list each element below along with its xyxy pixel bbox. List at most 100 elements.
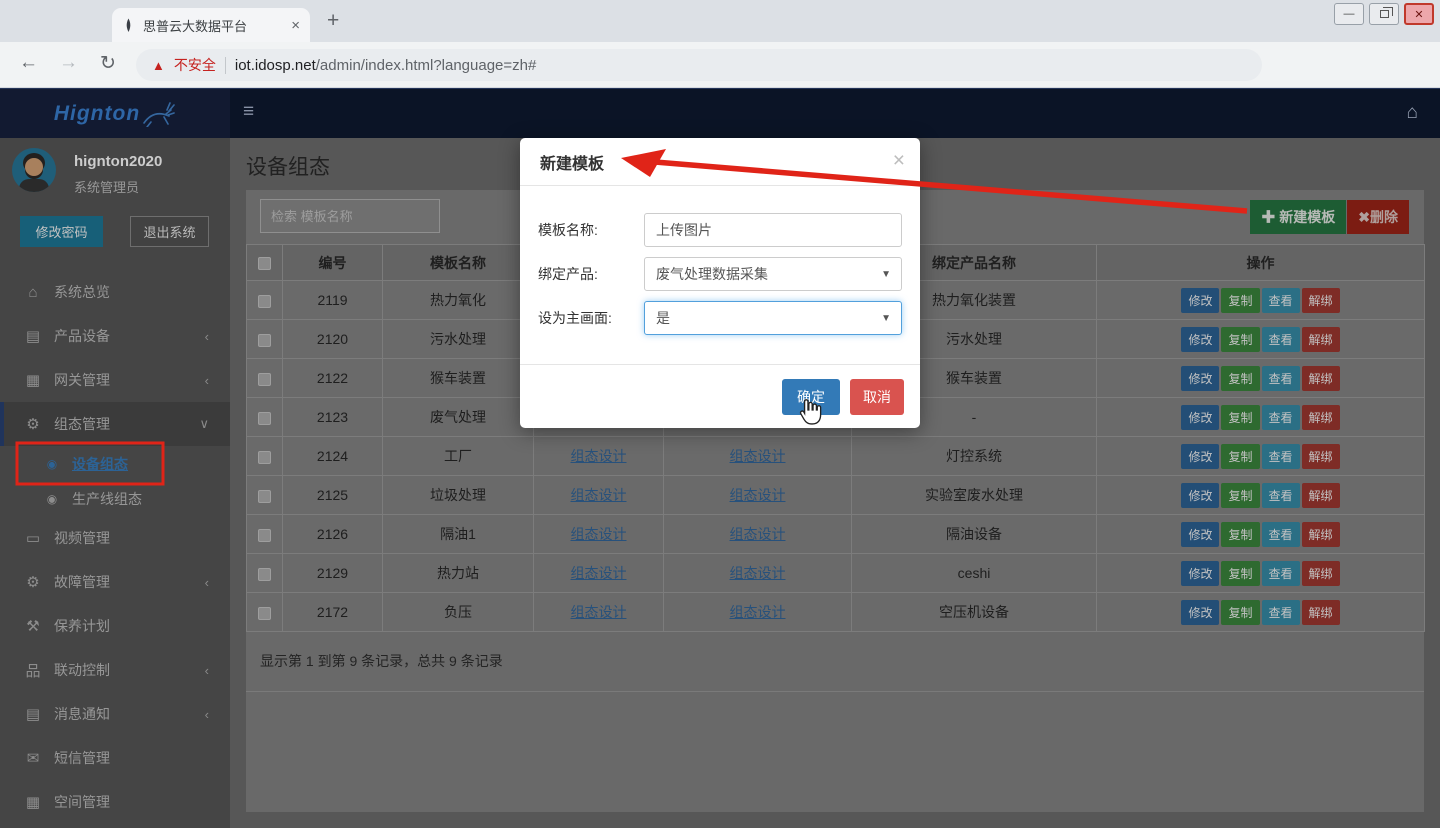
cell-id: 2124	[283, 437, 383, 476]
unbind-button[interactable]: 解绑	[1302, 600, 1340, 625]
unbind-button[interactable]: 解绑	[1302, 366, 1340, 391]
view-button[interactable]: 查看	[1262, 405, 1300, 430]
edit-button[interactable]: 修改	[1181, 288, 1219, 313]
close-window-button[interactable]: ✕	[1404, 3, 1434, 25]
select-all-checkbox[interactable]	[258, 257, 271, 270]
template-name-input[interactable]: 上传图片	[644, 213, 902, 247]
copy-button[interactable]: 复制	[1221, 288, 1259, 313]
copy-button[interactable]: 复制	[1221, 561, 1259, 586]
design-link[interactable]: 组态设计	[571, 604, 627, 620]
design-link[interactable]: 组态设计	[730, 604, 786, 620]
change-password-button[interactable]: 修改密码	[20, 216, 103, 247]
edit-button[interactable]: 修改	[1181, 522, 1219, 547]
copy-button[interactable]: 复制	[1221, 405, 1259, 430]
edit-button[interactable]: 修改	[1181, 561, 1219, 586]
sidebar-item-设备组态[interactable]: ◉设备组态	[0, 446, 230, 481]
table-toolbar: ✚ 新建模板 ✖删除	[1250, 200, 1409, 234]
browser-tab[interactable]: 思普云大数据平台 ×	[112, 8, 310, 42]
view-button[interactable]: 查看	[1262, 561, 1300, 586]
design-link[interactable]: 组态设计	[571, 526, 627, 542]
sidebar-item-消息通知[interactable]: ▤消息通知‹	[0, 692, 230, 736]
row-checkbox[interactable]	[258, 529, 271, 542]
unbind-button[interactable]: 解绑	[1302, 288, 1340, 313]
unbind-button[interactable]: 解绑	[1302, 444, 1340, 469]
new-tab-icon[interactable]: +	[327, 9, 339, 33]
modal-close-icon[interactable]: ×	[893, 149, 905, 173]
table-row: 2124工厂组态设计组态设计灯控系统修改复制查看解绑	[247, 437, 1425, 476]
design-link[interactable]: 组态设计	[730, 526, 786, 542]
copy-button[interactable]: 复制	[1221, 483, 1259, 508]
copy-button[interactable]: 复制	[1221, 600, 1259, 625]
design-link[interactable]: 组态设计	[571, 565, 627, 581]
view-button[interactable]: 查看	[1262, 600, 1300, 625]
design-link[interactable]: 组态设计	[571, 448, 627, 464]
edit-button[interactable]: 修改	[1181, 366, 1219, 391]
edit-button[interactable]: 修改	[1181, 327, 1219, 352]
logout-button[interactable]: 退出系统	[130, 216, 209, 247]
sidebar-item-故障管理[interactable]: ⚙故障管理‹	[0, 560, 230, 604]
unbind-button[interactable]: 解绑	[1302, 405, 1340, 430]
sidebar-toggle-icon[interactable]: ≡	[243, 101, 254, 123]
copy-button[interactable]: 复制	[1221, 444, 1259, 469]
unbind-button[interactable]: 解绑	[1302, 483, 1340, 508]
row-checkbox[interactable]	[258, 334, 271, 347]
app-home-icon[interactable]: ⌂	[1407, 102, 1418, 124]
view-button[interactable]: 查看	[1262, 366, 1300, 391]
row-checkbox[interactable]	[258, 607, 271, 620]
minimize-button[interactable]: —	[1334, 3, 1364, 25]
sidebar-item-短信管理[interactable]: ✉短信管理	[0, 736, 230, 780]
design-link[interactable]: 组态设计	[730, 448, 786, 464]
view-button[interactable]: 查看	[1262, 288, 1300, 313]
view-button[interactable]: 查看	[1262, 327, 1300, 352]
delete-button[interactable]: ✖删除	[1347, 200, 1409, 234]
design-link[interactable]: 组态设计	[730, 487, 786, 503]
tab-close-icon[interactable]: ×	[291, 17, 300, 34]
plus-icon: ✚	[1261, 209, 1279, 225]
new-template-button[interactable]: ✚ 新建模板	[1250, 200, 1346, 234]
address-bar[interactable]: ▲ 不安全 iot.idosp.net/admin/index.html?lan…	[136, 49, 1262, 81]
row-checkbox[interactable]	[258, 295, 271, 308]
sidebar-item-产品设备[interactable]: ▤产品设备‹	[0, 314, 230, 358]
sidebar-item-组态管理[interactable]: ⚙组态管理∨	[0, 402, 230, 446]
forward-icon[interactable]: →	[59, 52, 78, 74]
back-icon[interactable]: ←	[19, 52, 38, 74]
sidebar-item-保养计划[interactable]: ⚒保养计划	[0, 604, 230, 648]
sidebar-item-生产线组态[interactable]: ◉生产线组态	[0, 481, 230, 516]
sidebar-item-网关管理[interactable]: ▦网关管理‹	[0, 358, 230, 402]
sidebar-item-系统总览[interactable]: ⌂系统总览	[0, 270, 230, 314]
unbind-button[interactable]: 解绑	[1302, 561, 1340, 586]
edit-button[interactable]: 修改	[1181, 444, 1219, 469]
edit-button[interactable]: 修改	[1181, 483, 1219, 508]
copy-button[interactable]: 复制	[1221, 366, 1259, 391]
row-checkbox[interactable]	[258, 490, 271, 503]
copy-button[interactable]: 复制	[1221, 327, 1259, 352]
cell-template-name: 热力氧化	[383, 281, 534, 320]
confirm-button[interactable]: 确定	[782, 379, 840, 415]
row-checkbox[interactable]	[258, 451, 271, 464]
copy-button[interactable]: 复制	[1221, 522, 1259, 547]
design-link[interactable]: 组态设计	[571, 487, 627, 503]
sidebar-item-联动控制[interactable]: 品联动控制‹	[0, 648, 230, 692]
bind-product-select[interactable]: 废气处理数据采集 ▼	[644, 257, 902, 291]
message-icon: ▤	[21, 705, 45, 723]
main-screen-select[interactable]: 是 ▼	[644, 301, 902, 335]
unbind-button[interactable]: 解绑	[1302, 327, 1340, 352]
row-checkbox[interactable]	[258, 373, 271, 386]
view-button[interactable]: 查看	[1262, 444, 1300, 469]
reload-icon[interactable]: ↻	[100, 52, 116, 75]
sidebar-item-视频管理[interactable]: ▭视频管理	[0, 516, 230, 560]
design-link[interactable]: 组态设计	[730, 565, 786, 581]
row-checkbox[interactable]	[258, 568, 271, 581]
edit-button[interactable]: 修改	[1181, 600, 1219, 625]
space-icon: ▦	[21, 793, 45, 811]
view-button[interactable]: 查看	[1262, 483, 1300, 508]
search-input[interactable]	[260, 199, 440, 233]
view-button[interactable]: 查看	[1262, 522, 1300, 547]
edit-button[interactable]: 修改	[1181, 405, 1219, 430]
row-checkbox[interactable]	[258, 412, 271, 425]
cell-template-name: 负压	[383, 593, 534, 632]
cancel-button[interactable]: 取消	[850, 379, 904, 415]
unbind-button[interactable]: 解绑	[1302, 522, 1340, 547]
sidebar-item-空间管理[interactable]: ▦空间管理	[0, 780, 230, 824]
maximize-button[interactable]	[1369, 3, 1399, 25]
